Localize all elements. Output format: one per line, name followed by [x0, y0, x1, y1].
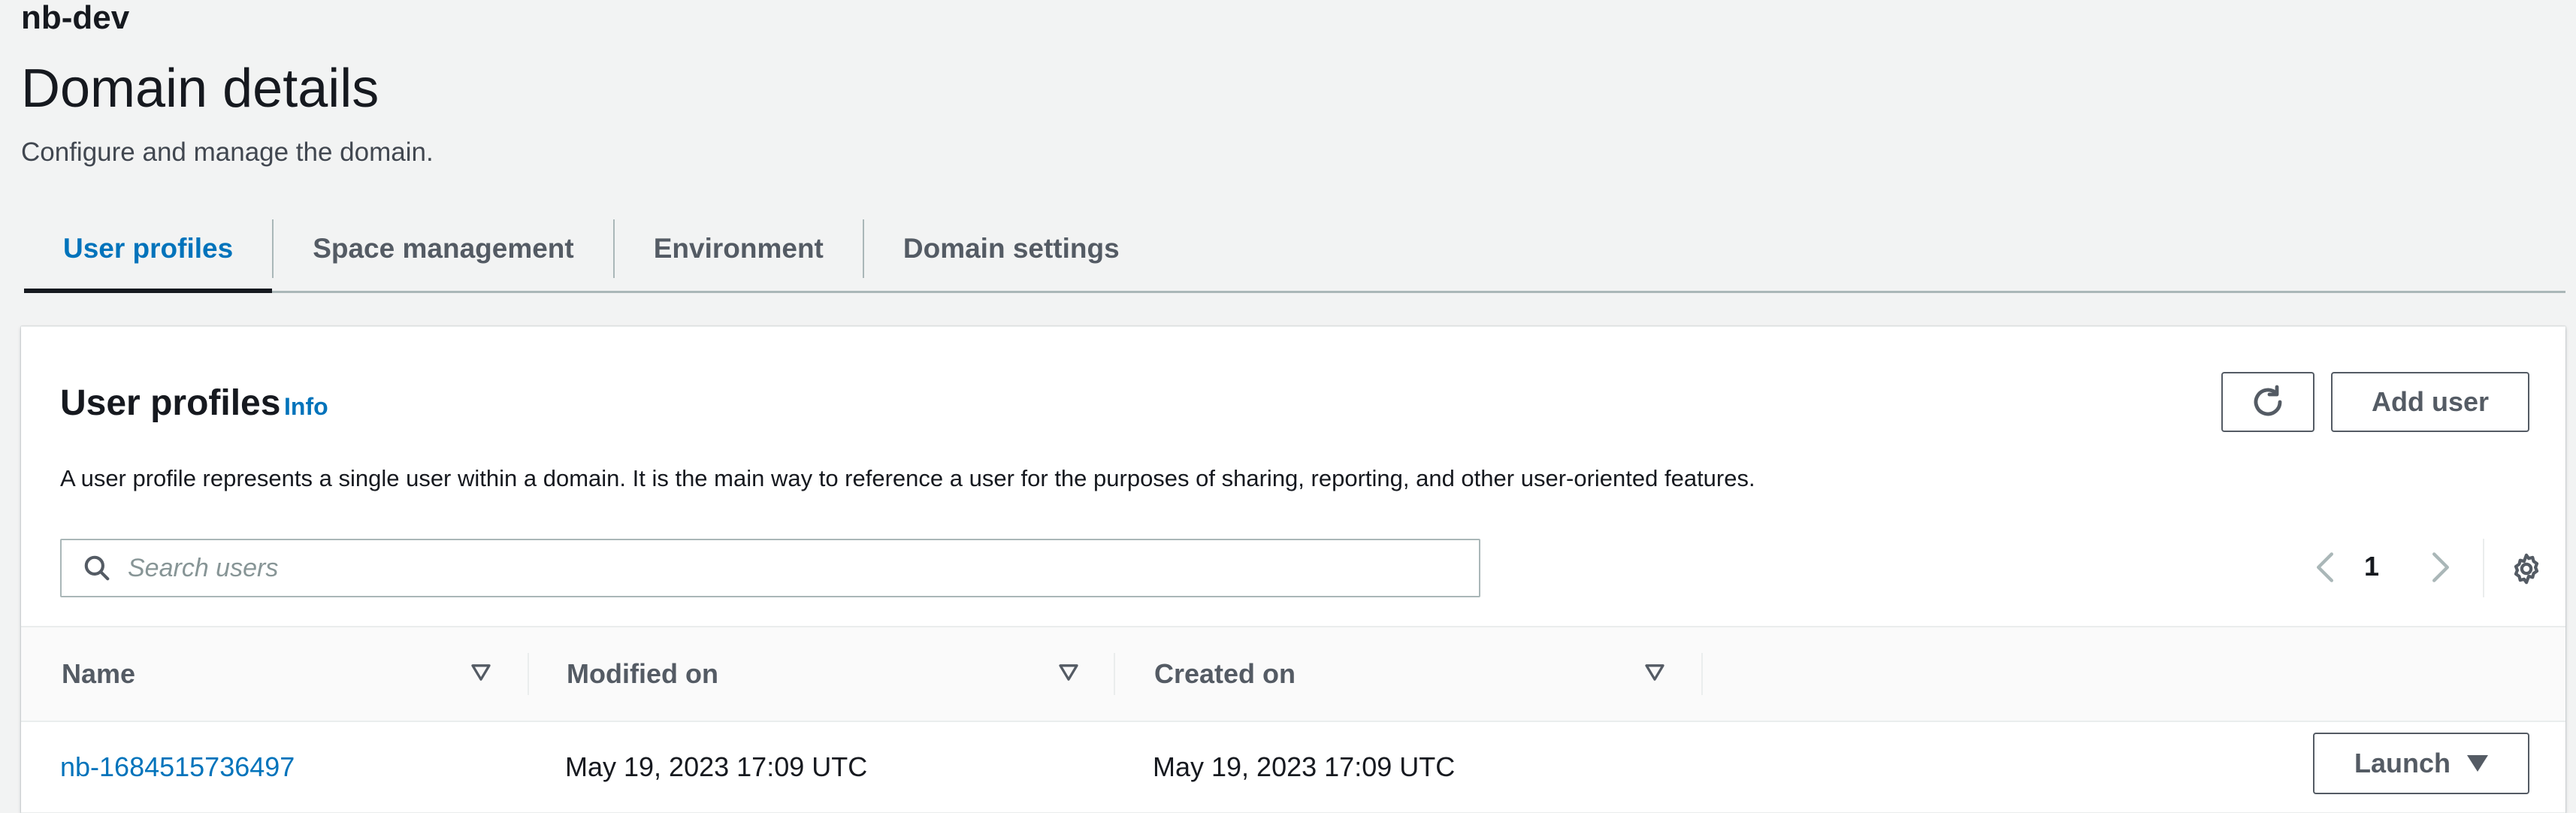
- caret-down-icon: [2467, 755, 2488, 772]
- created-on-cell: May 19, 2023 17:09 UTC: [1153, 751, 1456, 782]
- sort-modified-button[interactable]: [1052, 656, 1085, 689]
- user-profiles-panel: User profiles Info Add user A user profi…: [21, 326, 2565, 813]
- table-row: nb-1684515736497 May 19, 2023 17:09 UTC …: [21, 722, 2565, 813]
- gear-icon: [2514, 553, 2539, 585]
- search-input[interactable]: [128, 546, 1450, 591]
- panel-title: User profiles: [60, 383, 281, 423]
- table-preferences-button[interactable]: [2504, 546, 2549, 591]
- column-divider: [1701, 653, 1703, 695]
- sort-name-button[interactable]: [464, 656, 497, 689]
- sort-down-icon: [471, 664, 491, 681]
- sort-created-button[interactable]: [1638, 656, 1671, 689]
- sort-down-icon: [1059, 664, 1078, 681]
- launch-label: Launch: [2354, 748, 2451, 778]
- pager-divider: [2483, 539, 2484, 597]
- column-divider: [1114, 653, 1115, 695]
- launch-button[interactable]: Launch: [2313, 733, 2529, 794]
- search-icon: [83, 553, 113, 583]
- add-user-button[interactable]: Add user: [2331, 372, 2529, 432]
- modified-on-cell: May 19, 2023 17:09 UTC: [565, 751, 868, 782]
- column-header-created-on[interactable]: Created on: [1154, 627, 1296, 721]
- tab-domain-settings[interactable]: Domain settings: [864, 206, 1159, 291]
- tab-space-management[interactable]: Space management: [274, 206, 613, 291]
- tab-bar: User profiles Space management Environme…: [24, 206, 2565, 293]
- column-divider: [528, 653, 529, 695]
- refresh-button[interactable]: [2221, 372, 2314, 432]
- column-header-modified-on[interactable]: Modified on: [567, 627, 718, 721]
- panel-description: A user profile represents a single user …: [60, 465, 1755, 491]
- chevron-left-icon: [2317, 552, 2333, 582]
- refresh-icon: [2254, 385, 2282, 416]
- page-description: Configure and manage the domain.: [21, 138, 434, 167]
- sort-down-icon: [1645, 664, 1664, 681]
- chevron-right-icon: [2432, 552, 2449, 582]
- domain-name: nb-dev: [21, 0, 130, 36]
- table-header: Name Modified on Created on: [21, 626, 2565, 722]
- search-box: [60, 539, 1480, 597]
- column-header-name[interactable]: Name: [62, 627, 135, 721]
- page-title: Domain details: [21, 59, 379, 119]
- previous-page-button[interactable]: [2302, 545, 2348, 590]
- tab-user-profiles[interactable]: User profiles: [24, 206, 273, 293]
- current-page-number[interactable]: 1: [2364, 549, 2379, 584]
- user-profile-link[interactable]: nb-1684515736497: [60, 722, 295, 812]
- tab-environment[interactable]: Environment: [615, 206, 863, 291]
- next-page-button[interactable]: [2418, 545, 2463, 590]
- info-link[interactable]: Info: [284, 391, 328, 422]
